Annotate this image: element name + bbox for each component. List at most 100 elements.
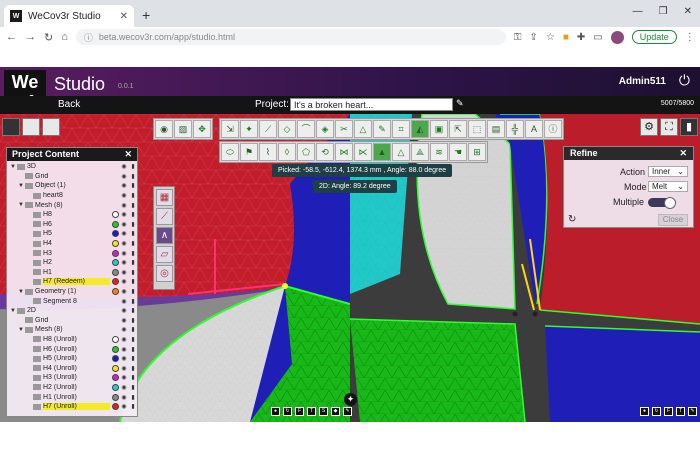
tree-row[interactable]: H4 ◉ ▮	[7, 239, 137, 249]
lock-icon[interactable]: ▮	[129, 326, 137, 333]
window-close-icon[interactable]: ✕	[684, 6, 692, 17]
lock-icon[interactable]: ▮	[129, 192, 137, 199]
close-tab-icon[interactable]: ✕	[120, 11, 128, 22]
info-icon[interactable]: ⓘ	[544, 120, 562, 138]
tree-row[interactable]: H7 (Unroll) ◉ ▮	[7, 402, 137, 412]
forward-arrow-icon[interactable]: →	[25, 31, 36, 43]
curve-tool-icon[interactable]: ⌒	[297, 120, 315, 138]
eye-icon[interactable]: ◉	[120, 336, 128, 343]
user-name[interactable]: Admin511	[619, 76, 666, 87]
lock-icon[interactable]: ▮	[129, 202, 137, 209]
refine-tool-icon[interactable]: ◭	[411, 120, 429, 138]
camera-globe-icon[interactable]: ●	[640, 407, 649, 416]
tree-row[interactable]: H5 ◉ ▮	[7, 229, 137, 239]
lock-icon[interactable]: ▮	[129, 374, 137, 381]
tree-row[interactable]: Grid ◉ ▮	[7, 172, 137, 182]
document-icon[interactable]: ▤	[487, 120, 505, 138]
color-swatch[interactable]	[112, 403, 119, 411]
color-swatch[interactable]	[112, 240, 119, 248]
camera-front-icon[interactable]: F	[664, 407, 673, 416]
hand-icon[interactable]: ☚	[449, 143, 467, 161]
cut-tool-icon[interactable]: ✂	[335, 120, 353, 138]
menu-dots-icon[interactable]: ⋮	[685, 32, 695, 43]
pattern-icon[interactable]: ⬚	[468, 120, 486, 138]
camera-side-icon[interactable]: S	[319, 407, 328, 416]
eye-icon[interactable]: ◉	[120, 182, 128, 189]
project-name-input[interactable]: It's a broken heart...	[290, 98, 453, 111]
panel-toggle-icon[interactable]	[2, 118, 20, 136]
lock-icon[interactable]: ▮	[129, 336, 137, 343]
lock-icon[interactable]: ▮	[129, 278, 137, 285]
lock-icon[interactable]: ▮	[129, 307, 137, 314]
angle-tool-icon[interactable]: ∧	[156, 227, 173, 244]
color-swatch[interactable]	[112, 383, 119, 391]
color-swatch[interactable]	[112, 230, 119, 238]
tree-row[interactable]: ▼ Object (1) ◉ ▮	[7, 181, 137, 191]
grid-refine-icon[interactable]: ⊞	[468, 143, 486, 161]
color-swatch[interactable]	[112, 268, 119, 276]
camera-top-icon[interactable]: T	[676, 407, 685, 416]
tree-row[interactable]: ▼ Mesh (8) ◉ ▮	[7, 325, 137, 335]
eye-icon[interactable]: ◉	[120, 384, 128, 391]
expand-toggle-icon[interactable]: ▼	[17, 202, 25, 208]
tree-row[interactable]: H2 (Unroll) ◉ ▮	[7, 383, 137, 393]
grid-icon[interactable]: ▦	[156, 189, 173, 206]
home-icon[interactable]: ⌂	[61, 31, 68, 43]
eye-icon[interactable]: ◉	[120, 326, 128, 333]
camera-fit-icon[interactable]: ✎	[343, 407, 352, 416]
eye-icon[interactable]: ◉	[120, 221, 128, 228]
tree-row[interactable]: H8 (Unroll) ◉ ▮	[7, 335, 137, 345]
lock-icon[interactable]: ▮	[129, 269, 137, 276]
reload-icon[interactable]: ↻	[44, 31, 53, 44]
redo-icon[interactable]	[42, 118, 60, 136]
tree-row[interactable]: H1 (Unroll) ◉ ▮	[7, 392, 137, 402]
color-swatch[interactable]	[112, 355, 119, 363]
color-swatch[interactable]	[112, 288, 119, 296]
flatten-icon[interactable]: ⬠	[297, 143, 315, 161]
browser-tab[interactable]: W WeCov3r Studio ✕	[4, 5, 134, 27]
color-swatch[interactable]	[112, 345, 119, 353]
surface-tool-icon[interactable]: ◈	[316, 120, 334, 138]
lock-icon[interactable]: ▮	[129, 182, 137, 189]
update-button[interactable]: Update	[631, 30, 677, 44]
pencil-tool-icon[interactable]: ✎	[373, 120, 391, 138]
undo-icon[interactable]	[22, 118, 40, 136]
text-tool-icon[interactable]: A	[525, 120, 543, 138]
triangle-refine-icon[interactable]: ▲	[373, 143, 391, 161]
triangle-star-icon[interactable]: ⟁	[411, 143, 429, 161]
action-select[interactable]: Inner ⌄	[648, 166, 688, 177]
camera-globe-icon[interactable]: ●	[271, 407, 280, 416]
color-swatch[interactable]	[112, 278, 119, 286]
tree-row[interactable]: H8 ◉ ▮	[7, 210, 137, 220]
split-icon[interactable]: ⋈	[335, 143, 353, 161]
lock-icon[interactable]: ▮	[129, 298, 137, 305]
line-tool-icon[interactable]: ⟋	[259, 120, 277, 138]
shape-icon[interactable]: ⬭	[221, 143, 239, 161]
camera-top-icon[interactable]: T	[307, 407, 316, 416]
power-icon[interactable]: ⏻	[679, 72, 690, 89]
camera-iso-icon[interactable]: ◆	[331, 407, 340, 416]
flag-icon[interactable]: ⚑	[240, 143, 258, 161]
color-swatch[interactable]	[112, 364, 119, 372]
tree-row[interactable]: Grid ◉ ▮	[7, 316, 137, 326]
tree-row[interactable]: Segment 8 ◉ ▮	[7, 296, 137, 306]
close-refine-icon[interactable]: ✕	[679, 148, 687, 159]
puzzle-icon[interactable]: ✚	[577, 32, 585, 43]
color-swatch[interactable]	[112, 335, 119, 343]
reset-icon[interactable]: ↻	[568, 214, 576, 225]
color-swatch[interactable]	[112, 211, 119, 219]
lock-icon[interactable]: ▮	[129, 240, 137, 247]
bookmark-star-icon[interactable]: ☆	[546, 32, 555, 43]
mesh-tool-icon[interactable]: △	[354, 120, 372, 138]
lock-icon[interactable]: ▮	[129, 221, 137, 228]
key-icon[interactable]: ⚿	[514, 32, 522, 43]
eye-icon[interactable]: ◉	[120, 403, 128, 410]
eye-icon[interactable]: ◉	[120, 288, 128, 295]
lock-icon[interactable]: ▮	[129, 394, 137, 401]
eye-icon[interactable]: ◉	[120, 250, 128, 257]
lock-icon[interactable]: ▮	[129, 288, 137, 295]
lock-icon[interactable]: ▮	[129, 384, 137, 391]
color-swatch[interactable]	[112, 249, 119, 257]
camera-rotate-icon[interactable]: ↻	[283, 407, 292, 416]
eye-icon[interactable]: ◉	[120, 230, 128, 237]
